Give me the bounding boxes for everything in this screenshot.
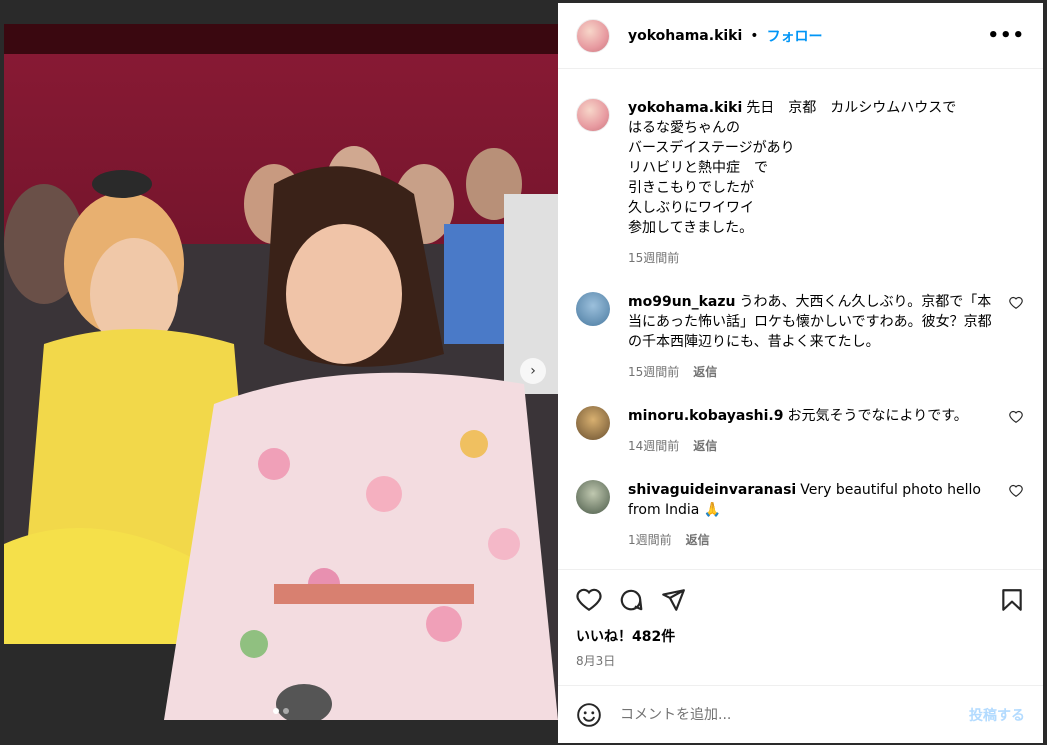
header-separator: • [750,27,759,44]
reply-button[interactable]: 返信 [693,362,717,382]
caption-avatar[interactable] [576,98,610,132]
comment-avatar[interactable] [576,292,610,326]
comment-time: 14週間前 [628,439,680,453]
carousel-next-button[interactable]: › [520,358,546,384]
comment-text: お元気そうでなによりです。 [787,408,968,424]
like-comment-heart-icon[interactable] [1009,484,1023,498]
carousel-dot-active [273,708,279,714]
caption-time: 15週間前 [628,251,680,265]
post-header: yokohama.kiki • フォロー ••• [558,3,1043,69]
comment-item: minoru.kobayashi.9 お元気そうでなによりです。 14週間前 返信 [576,406,1025,456]
caption-username[interactable]: yokohama.kiki [628,100,742,116]
follow-button[interactable]: フォロー [767,26,823,46]
carousel-indicator [273,708,289,714]
comment-username[interactable]: shivaguideinvaranasi [628,482,796,498]
comment-time: 1週間前 [628,533,672,547]
carousel-dot [283,708,289,714]
post-date: 8月3日 [576,654,616,668]
caption-meta: 15週間前 [628,248,1025,268]
reply-button[interactable]: 返信 [686,530,710,550]
comment-meta: 1週間前 返信 [628,530,999,550]
share-send-icon[interactable] [660,587,686,613]
add-comment-bar: 投稿する [558,685,1043,743]
post-comment-button[interactable]: 投稿する [969,705,1025,725]
comment-item: shivaguideinvaranasi Very beautiful photo… [576,480,1025,550]
comment-meta: 15週間前 返信 [628,362,999,382]
comments-list[interactable]: yokohama.kiki 先日 京都 カルシウムハウスで はるな愛ちゃんの バー… [558,70,1043,568]
comment-avatar[interactable] [576,406,610,440]
comment-username[interactable]: minoru.kobayashi.9 [628,408,783,424]
photo-illustration [4,24,558,720]
caption: yokohama.kiki 先日 京都 カルシウムハウスで はるな愛ちゃんの バー… [576,98,1025,268]
comment-input[interactable] [620,706,969,723]
post-side-panel: yokohama.kiki • フォロー ••• yokohama.kiki 先日… [558,3,1043,743]
post-modal: › yokohama.kiki • フォロー ••• yokohama.kiki… [0,0,1047,745]
author-avatar[interactable] [576,18,610,53]
like-count[interactable]: いいね！482件 [576,626,1025,646]
more-options-icon[interactable]: ••• [987,25,1025,46]
author-username[interactable]: yokohama.kiki [628,28,742,44]
caption-text: 先日 京都 カルシウムハウスで はるな愛ちゃんの バースデイステージがあり リハ… [628,100,957,236]
emoji-smiley-icon[interactable] [576,702,602,728]
comment-meta: 14週間前 返信 [628,436,999,456]
comment-username[interactable]: mo99un_kazu [628,294,736,310]
post-image[interactable]: › [4,24,558,720]
comment-bubble-icon[interactable] [618,587,644,613]
comment-avatar[interactable] [576,480,610,514]
like-comment-heart-icon[interactable] [1009,410,1023,424]
save-bookmark-icon[interactable] [999,587,1025,613]
comment-item: mo99un_kazu うわあ、大西くん久しぶり。京都で「本当にあった怖い話」ロケ… [576,292,1025,382]
like-heart-icon[interactable] [576,587,602,613]
like-comment-heart-icon[interactable] [1009,296,1023,310]
post-actions: いいね！482件 8月3日 [558,569,1043,669]
reply-button[interactable]: 返信 [693,436,717,456]
comment-time: 15週間前 [628,365,680,379]
